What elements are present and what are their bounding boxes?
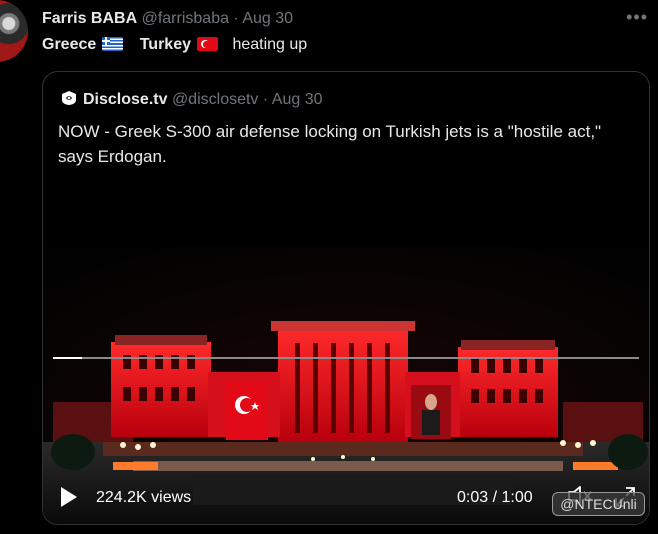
quote-separator: ·: [262, 91, 269, 108]
tweet-text: Greece Turkey heating up: [42, 36, 307, 54]
turkey-flag-icon: [197, 37, 218, 51]
more-horizontal-icon[interactable]: •••: [626, 7, 648, 28]
quote-header: Disclose.tv @disclosetv · Aug 30: [61, 90, 323, 109]
video-views: 224.2K views: [96, 489, 192, 506]
tweet-date[interactable]: Aug 30: [242, 10, 293, 27]
video-progress-bar[interactable]: [53, 357, 639, 359]
video-progress-fill: [53, 357, 83, 359]
quote-author-name[interactable]: Disclose.tv: [83, 91, 167, 108]
tweet-header: Farris BABA @farrisbaba · Aug 30: [42, 10, 293, 28]
quote-author-handle[interactable]: @disclosetv: [172, 91, 259, 108]
greece-flag-icon: [102, 37, 124, 51]
video-time: 0:03 / 1:00: [457, 489, 533, 506]
tweet-text-turkey: Turkey: [139, 36, 191, 53]
author-name[interactable]: Farris BABA: [42, 10, 137, 27]
tweet-text-rest: heating up: [232, 36, 308, 53]
author-handle[interactable]: @farrisbaba: [142, 10, 229, 27]
tweet-text-greece: Greece: [42, 36, 97, 53]
disclose-logo-icon: [62, 91, 76, 105]
quoted-tweet[interactable]: Disclose.tv @disclosetv · Aug 30 NOW - G…: [42, 71, 650, 525]
play-icon[interactable]: [61, 487, 77, 507]
separator: ·: [233, 10, 239, 27]
quote-date[interactable]: Aug 30: [272, 91, 323, 108]
avatar[interactable]: [0, 0, 28, 62]
video-watermark: @NTECUnli: [552, 492, 645, 516]
quote-text: NOW - Greek S-300 air defense locking on…: [58, 122, 602, 166]
